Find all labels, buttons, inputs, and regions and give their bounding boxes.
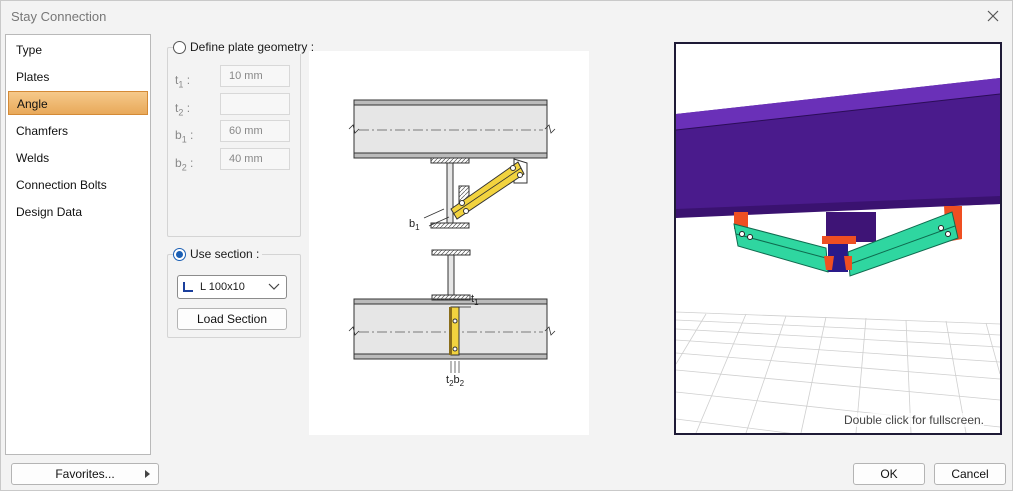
3d-preview[interactable]: Double click for fullscreen.	[674, 42, 1002, 435]
sidebar-item-chamfers[interactable]: Chamfers	[8, 119, 148, 143]
close-button[interactable]	[978, 3, 1008, 29]
use-section-label: Use section :	[190, 247, 260, 261]
connection-drawing: b1 t1 t2b2	[309, 51, 589, 435]
b1-dimension-label: b1	[409, 218, 420, 232]
ok-button[interactable]: OK	[853, 463, 925, 485]
connection-schematic: b1 t1 t2b2	[348, 99, 556, 388]
chevron-right-icon	[145, 470, 150, 478]
b1-label: b1 :	[175, 128, 194, 145]
3d-model-render	[676, 78, 1000, 433]
sidebar-item-type[interactable]: Type	[8, 38, 148, 62]
sidebar-item-connection-bolts[interactable]: Connection Bolts	[8, 173, 148, 197]
close-icon	[987, 10, 999, 22]
sidebar-item-plates[interactable]: Plates	[8, 65, 148, 89]
title-bar: Stay Connection	[1, 1, 1012, 32]
cancel-button[interactable]: Cancel	[934, 463, 1006, 485]
t2-b2-dimension-label: t2b2	[446, 374, 465, 388]
b1-field[interactable]: 60 mm	[220, 120, 290, 142]
define-plate-geometry-option[interactable]: Define plate geometry :	[173, 40, 318, 54]
sidebar-item-design-data[interactable]: Design Data	[8, 200, 148, 224]
category-sidebar: Type Plates Angle Chamfers Welds Connect…	[5, 34, 151, 455]
load-section-button[interactable]: Load Section	[177, 308, 287, 330]
sidebar-item-welds[interactable]: Welds	[8, 146, 148, 170]
t2-field[interactable]	[220, 93, 290, 115]
chevron-down-icon	[268, 283, 280, 290]
t1-label: t1 :	[175, 73, 191, 90]
t1-dimension-label: t1	[471, 293, 479, 307]
use-section-option[interactable]: Use section :	[173, 247, 263, 261]
favorites-label: Favorites...	[55, 467, 115, 481]
favorites-button[interactable]: Favorites...	[11, 463, 159, 485]
section-select-value: L 100x10	[200, 281, 245, 293]
sidebar-item-angle[interactable]: Angle	[8, 91, 148, 115]
define-plate-geometry-radio[interactable]	[173, 40, 186, 54]
stay-connection-dialog: Stay Connection Type Plates Angle Chamfe…	[0, 0, 1013, 491]
angle-section-icon	[183, 282, 193, 292]
t1-field[interactable]: 10 mm	[220, 65, 290, 87]
window-title: Stay Connection	[11, 9, 107, 24]
t2-label: t2 :	[175, 101, 191, 118]
b2-label: b2 :	[175, 156, 194, 173]
define-plate-geometry-label: Define plate geometry :	[190, 40, 315, 54]
section-select[interactable]: L 100x10	[177, 275, 287, 299]
b2-field[interactable]: 40 mm	[220, 148, 290, 170]
use-section-radio[interactable]	[173, 247, 186, 261]
fullscreen-hint: Double click for fullscreen.	[843, 413, 984, 427]
